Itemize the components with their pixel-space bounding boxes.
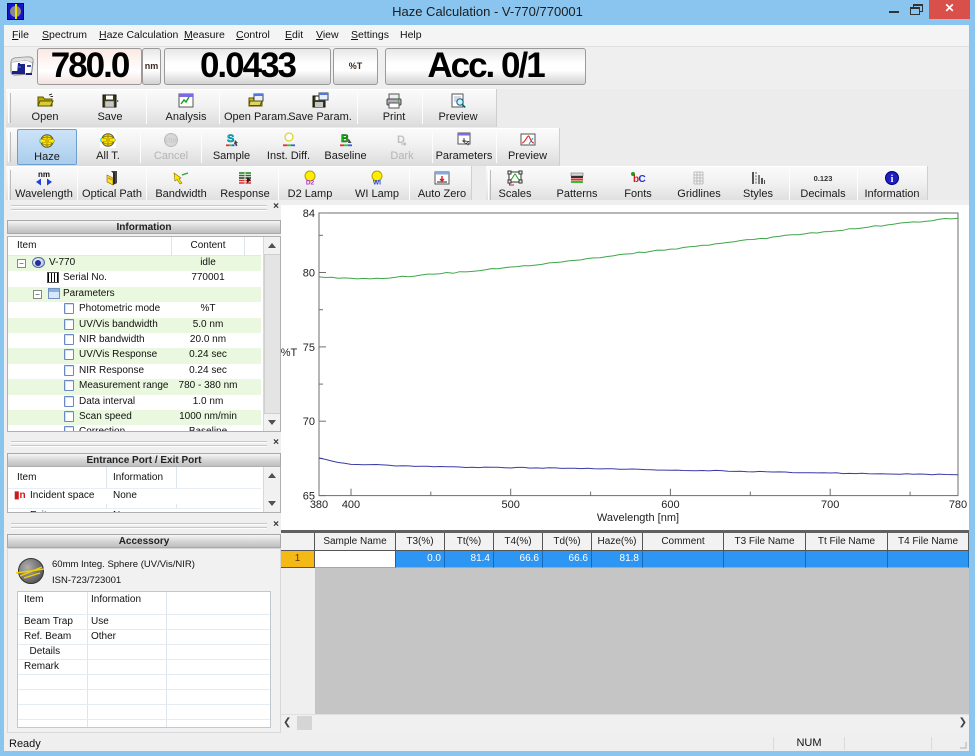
svg-text:B: B <box>341 133 349 145</box>
svg-text:%T: %T <box>281 347 298 359</box>
svg-text:C: C <box>639 174 646 185</box>
svg-text:WI: WI <box>373 180 381 187</box>
svg-text:80: 80 <box>303 268 315 280</box>
svg-text:nm: nm <box>38 170 50 179</box>
svg-text:0.123: 0.123 <box>814 174 833 183</box>
svg-text:S: S <box>227 133 234 145</box>
svg-text:84: 84 <box>303 208 315 220</box>
svg-text:500: 500 <box>502 499 520 511</box>
svg-text:Wavelength [nm]: Wavelength [nm] <box>597 512 679 524</box>
svg-text:70: 70 <box>303 416 315 428</box>
svg-text:D2: D2 <box>306 180 315 187</box>
svg-text:400: 400 <box>342 499 360 511</box>
svg-text:STOP: STOP <box>164 139 178 145</box>
svg-text:780: 780 <box>949 499 967 511</box>
svg-text:65: 65 <box>303 491 315 503</box>
svg-text:75: 75 <box>303 342 315 354</box>
svg-text:700: 700 <box>821 499 839 511</box>
svg-text:600: 600 <box>661 499 679 511</box>
svg-text:i: i <box>891 174 894 185</box>
